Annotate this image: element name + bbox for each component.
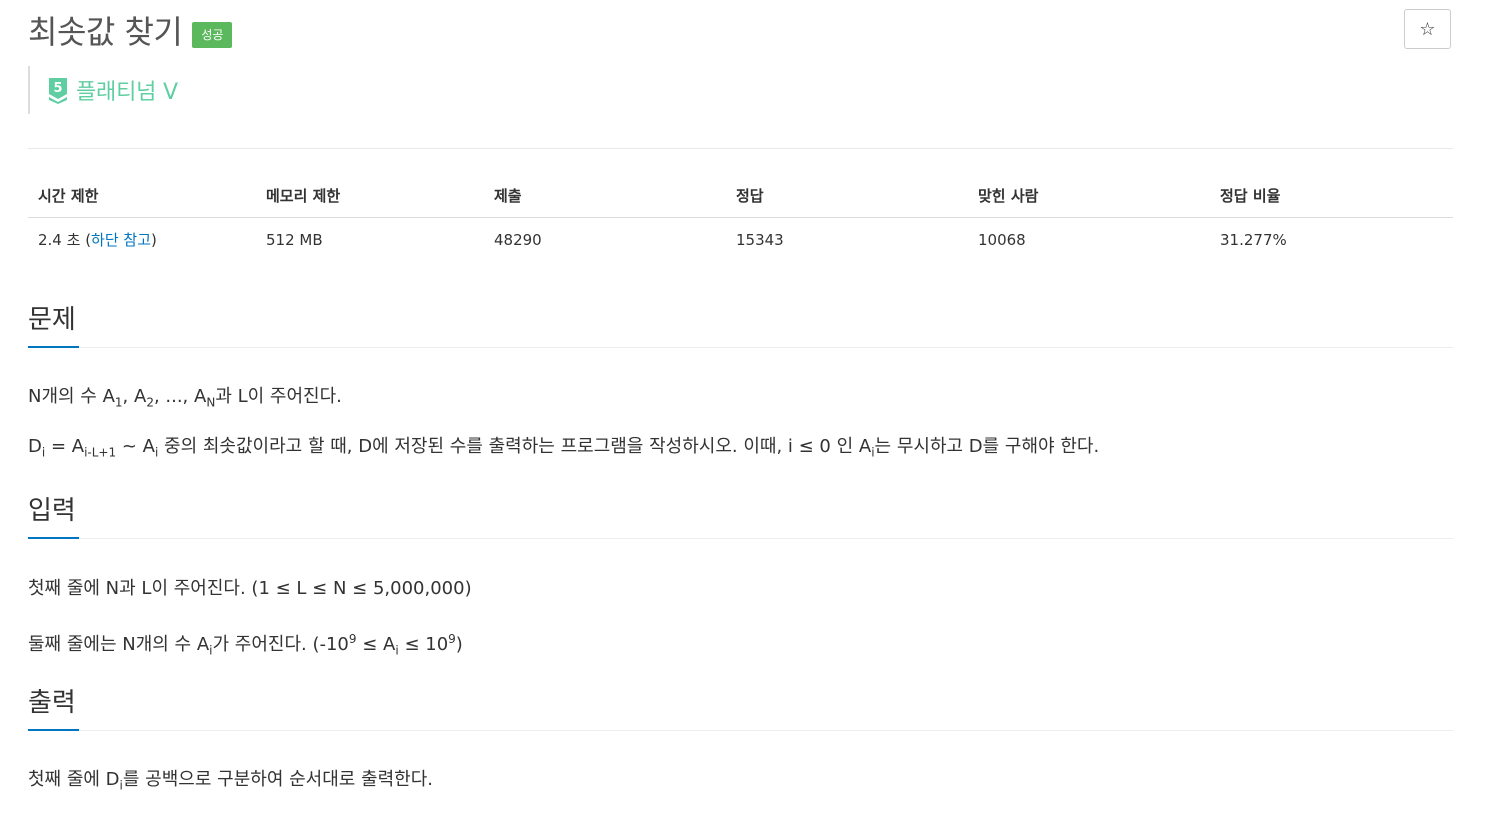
problem-info-table: 시간 제한 메모리 제한 제출 정답 맞힌 사람 정답 비율 2.4 초 (하단… [28, 174, 1453, 261]
output-section-title: 출력 [28, 688, 76, 718]
svg-text:5: 5 [53, 81, 62, 96]
platinum-tier-icon: 5 [48, 77, 68, 104]
section-accent-bar [28, 729, 79, 731]
accepted-cell: 15343 [736, 230, 784, 249]
header-time-limit: 시간 제한 [28, 174, 256, 218]
section-accent-bar [28, 537, 79, 539]
time-limit-cell: 2.4 초 (하단 참고) [38, 231, 157, 249]
header-accepted: 정답 [726, 174, 968, 218]
problem-description-line-2: Di = Ai-L+1 ~ Ai 중의 최솟값이라고 할 때, D에 저장된 수… [28, 436, 1100, 460]
table-header-row: 시간 제한 메모리 제한 제출 정답 맞힌 사람 정답 비율 [28, 174, 1453, 218]
header-divider [28, 148, 1453, 149]
tier-label: 플래티넘 V [76, 80, 178, 105]
table-row: 2.4 초 (하단 참고) 512 MB 48290 15343 10068 3… [28, 218, 1453, 262]
input-description-line-1: 첫째 줄에 N과 L이 주어진다. (1 ≤ L ≤ N ≤ 5,000,000… [28, 578, 472, 599]
problem-description-line-1: N개의 수 A1, A2, ..., AN과 L이 주어진다. [28, 386, 342, 410]
time-limit-note-link[interactable]: 하단 참고 [91, 231, 151, 249]
solvers-cell: 10068 [978, 230, 1026, 249]
problem-title: 최솟값 찾기 [28, 13, 183, 51]
header-submissions: 제출 [484, 174, 726, 218]
input-section-title: 입력 [28, 496, 76, 526]
section-divider [28, 347, 1453, 348]
submissions-cell: 48290 [494, 230, 542, 249]
input-description-line-2: 둘째 줄에는 N개의 수 Ai가 주어진다. (-109 ≤ Ai ≤ 109) [28, 632, 463, 658]
title-row: 최솟값 찾기 성공 [28, 10, 233, 54]
star-icon: ☆ [1419, 18, 1436, 40]
header-solvers: 맞힌 사람 [968, 174, 1210, 218]
section-divider [28, 730, 1453, 731]
header-ratio: 정답 비율 [1210, 174, 1453, 218]
status-badge: 성공 [192, 22, 233, 48]
problem-section-title: 문제 [28, 305, 76, 335]
tier-block: 5 플래티넘 V [28, 66, 178, 114]
ratio-cell: 31.277% [1220, 230, 1287, 249]
section-accent-bar [28, 346, 79, 348]
header-memory-limit: 메모리 제한 [256, 174, 484, 218]
section-divider [28, 538, 1453, 539]
output-description-line-1: 첫째 줄에 Di를 공백으로 구분하여 순서대로 출력한다. [28, 769, 434, 793]
memory-limit-cell: 512 MB [266, 230, 323, 249]
favorite-button[interactable]: ☆ [1404, 9, 1451, 49]
